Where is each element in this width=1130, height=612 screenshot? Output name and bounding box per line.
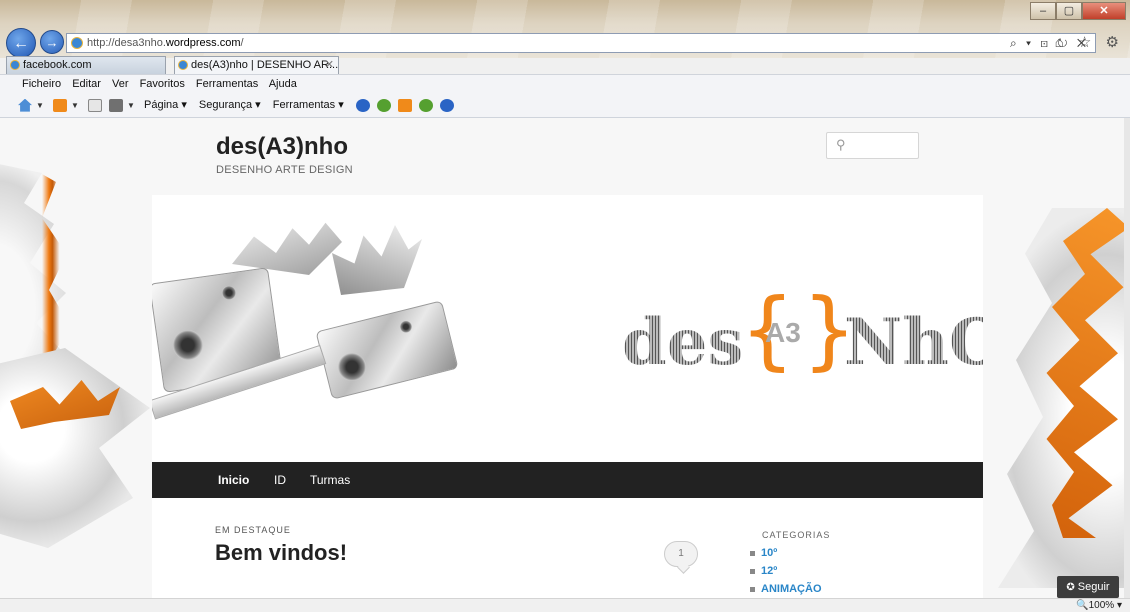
logo-text-right: NhO (844, 305, 983, 380)
status-bar: 🔍100% ▾ (0, 598, 1130, 612)
search-icon: ⚲ (836, 137, 846, 152)
url-prefix: http://desa3nho. (87, 37, 166, 49)
tab-strip: facebook.com des(A3)nho | DESENHO AR... … (0, 56, 1130, 74)
ie-tab-icon (10, 60, 20, 70)
pencil-shaving-decoration (998, 208, 1130, 588)
command-bar: ▼ ▼ ▼ Página ▾ Segurança ▾ Ferramentas ▾ (0, 92, 1130, 118)
logo-artwork: des { A3 } NhO (622, 287, 983, 387)
close-button[interactable]: ✕ (1082, 2, 1126, 20)
skype-icon[interactable] (440, 98, 455, 112)
menu-bar: Ficheiro Editar Ver Favoritos Ferramenta… (0, 74, 1130, 92)
vertical-scrollbar[interactable] (1124, 118, 1130, 598)
menu-ver[interactable]: Ver (112, 78, 129, 90)
header-image[interactable]: des { A3 } NhO (152, 195, 983, 462)
tools-menu[interactable]: Ferramentas ▾ (273, 99, 344, 111)
category-link[interactable]: 10º (750, 547, 777, 559)
restore-button[interactable]: ▢ (1056, 2, 1082, 20)
pencil-shaving-decoration (0, 348, 150, 548)
rss-feed-icon[interactable] (52, 98, 67, 112)
site-tagline: DESENHO ARTE DESIGN (216, 164, 353, 176)
sharpener-image (315, 300, 459, 400)
logo-text-left: des (622, 305, 744, 380)
security-menu[interactable]: Segurança ▾ (199, 99, 261, 111)
nav-item-inicio[interactable]: Inicio (218, 462, 249, 498)
pencil-shaving-image (332, 225, 422, 295)
url-suffix: / (240, 37, 244, 49)
categories-heading: CATEGORIAS (762, 530, 831, 540)
featured-label: EM DESTAQUE (215, 525, 291, 535)
research-icon[interactable] (376, 98, 391, 112)
main-content: EM DESTAQUE Bem vindos! 1 CATEGORIAS 10º… (152, 498, 983, 598)
ie-tab-icon (178, 60, 188, 70)
pencil-shaving-image (232, 222, 342, 275)
logo-text-center: A3 (765, 317, 801, 348)
tab-desa3nho[interactable]: des(A3)nho | DESENHO AR... ✕ (174, 56, 339, 74)
menu-ficheiro[interactable]: Ficheiro (22, 78, 61, 90)
home-favorites-settings-icons[interactable]: ⌂ ☆ ⚙ (1055, 33, 1124, 51)
back-button[interactable]: ← (6, 28, 36, 58)
follow-icon: ✪ (1066, 582, 1075, 593)
zoom-level[interactable]: 🔍100% ▾ (1076, 599, 1122, 612)
tab-facebook[interactable]: facebook.com (6, 56, 166, 74)
address-bar[interactable]: http://desa3nho.wordpress.com/ ⌕ ▾ ⊡ ↻ ✕ (66, 33, 1096, 53)
print-icon[interactable] (109, 98, 124, 112)
tab-label: facebook.com (23, 59, 92, 71)
menu-favoritos[interactable]: Favoritos (140, 78, 185, 90)
post-title[interactable]: Bem vindos! (215, 540, 347, 566)
nav-item-turmas[interactable]: Turmas (310, 462, 350, 498)
minimize-button[interactable]: – (1030, 2, 1056, 20)
forward-button[interactable]: → (40, 30, 64, 54)
tab-close-icon[interactable]: ✕ (325, 57, 334, 74)
menu-editar[interactable]: Editar (72, 78, 101, 90)
site-navigation: Inicio ID Turmas (152, 462, 983, 498)
help-icon[interactable] (355, 98, 370, 112)
nav-item-id[interactable]: ID (274, 462, 286, 498)
category-link[interactable]: ANIMAÇÃO (750, 583, 822, 595)
comment-count-badge[interactable]: 1 (664, 541, 698, 567)
menu-ferramentas[interactable]: Ferramentas (196, 78, 258, 90)
home-icon[interactable] (18, 98, 32, 112)
category-link[interactable]: 12º (750, 565, 777, 577)
url-domain: wordpress.com (165, 37, 241, 49)
ie-page-icon (71, 37, 83, 49)
mail-icon[interactable] (87, 98, 102, 112)
follow-label: Seguir (1077, 581, 1110, 593)
page-menu[interactable]: Página ▾ (144, 99, 187, 111)
tab-label: des(A3)nho | DESENHO AR... (191, 59, 339, 71)
site-title[interactable]: des(A3)nho (216, 133, 348, 161)
search-input[interactable]: ⚲ (826, 132, 919, 159)
window-controls: – ▢ ✕ (1030, 2, 1126, 20)
addon-icon[interactable] (397, 98, 412, 112)
settings-gear-icon[interactable] (418, 98, 433, 112)
follow-button[interactable]: ✪ Seguir (1057, 576, 1119, 598)
menu-ajuda[interactable]: Ajuda (269, 78, 297, 90)
